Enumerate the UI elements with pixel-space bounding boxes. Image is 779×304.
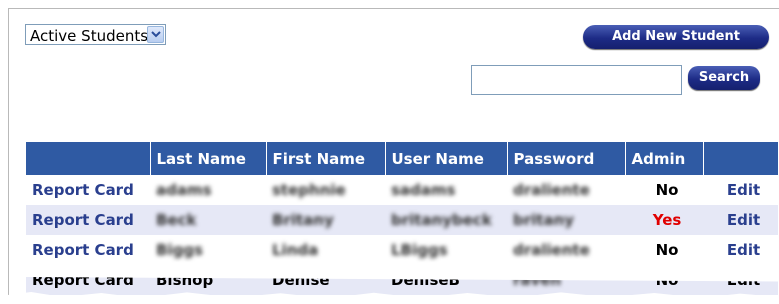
last-name-cell: adams bbox=[156, 181, 212, 199]
student-filter-value: Active Students bbox=[30, 27, 149, 45]
last-name-cell: Biggs bbox=[156, 241, 203, 259]
report-card-link[interactable]: Report Card bbox=[26, 277, 150, 295]
first-name-cell: Denise bbox=[266, 277, 385, 295]
last-name-cell: Beck bbox=[150, 205, 266, 235]
edit-link[interactable]: Edit bbox=[703, 175, 778, 205]
table-row: Report Card Beck Britany britanybeck bri… bbox=[26, 205, 778, 235]
admin-cell: No bbox=[655, 181, 679, 199]
password-cell: raven bbox=[507, 277, 625, 295]
table-row: Report Card Bishop Denise DeniseB raven … bbox=[26, 277, 778, 295]
password-cell: draliente bbox=[513, 181, 590, 199]
user-name-cell: britanybeck bbox=[385, 205, 507, 235]
table-row: Report Card Biggs Linda LBiggs draliente… bbox=[26, 235, 778, 265]
students-table: Last Name First Name User Name Password … bbox=[26, 142, 778, 295]
user-name-cell: DeniseB bbox=[385, 277, 507, 295]
column-header-password[interactable]: Password bbox=[506, 142, 625, 175]
column-header-user-name[interactable]: User Name bbox=[384, 142, 507, 175]
edit-link[interactable]: Edit bbox=[703, 235, 778, 265]
search-input[interactable] bbox=[471, 65, 682, 95]
add-new-student-button[interactable]: Add New Student bbox=[583, 25, 769, 49]
column-header-actions bbox=[26, 142, 150, 175]
search-button[interactable]: Search bbox=[688, 66, 760, 90]
user-name-cell: sadams bbox=[391, 181, 456, 199]
user-name-cell: LBiggs bbox=[391, 241, 448, 259]
password-cell: draliente bbox=[513, 241, 590, 259]
first-name-cell: Linda bbox=[272, 241, 319, 259]
column-header-edit bbox=[702, 142, 778, 175]
column-header-admin[interactable]: Admin bbox=[624, 142, 703, 175]
edit-link[interactable]: Edit bbox=[703, 277, 778, 295]
report-card-link[interactable]: Report Card bbox=[26, 205, 150, 235]
admin-cell: No bbox=[655, 241, 679, 259]
student-filter-select[interactable]: Active Students bbox=[25, 24, 166, 45]
edit-link[interactable]: Edit bbox=[703, 205, 778, 235]
admin-cell: No bbox=[625, 277, 703, 295]
table-row: Report Card adams stephnie sadams dralie… bbox=[26, 175, 778, 205]
report-card-link[interactable]: Report Card bbox=[26, 235, 150, 265]
column-header-last-name[interactable]: Last Name bbox=[149, 142, 266, 175]
table-header-row: Last Name First Name User Name Password … bbox=[26, 142, 778, 175]
password-cell: britany bbox=[507, 205, 625, 235]
admin-cell: Yes bbox=[625, 205, 703, 235]
report-card-link[interactable]: Report Card bbox=[26, 175, 150, 205]
first-name-cell: Britany bbox=[266, 205, 385, 235]
last-name-cell: Bishop bbox=[150, 277, 266, 295]
column-header-first-name[interactable]: First Name bbox=[265, 142, 385, 175]
chevron-down-icon[interactable] bbox=[147, 26, 164, 43]
first-name-cell: stephnie bbox=[272, 181, 346, 199]
